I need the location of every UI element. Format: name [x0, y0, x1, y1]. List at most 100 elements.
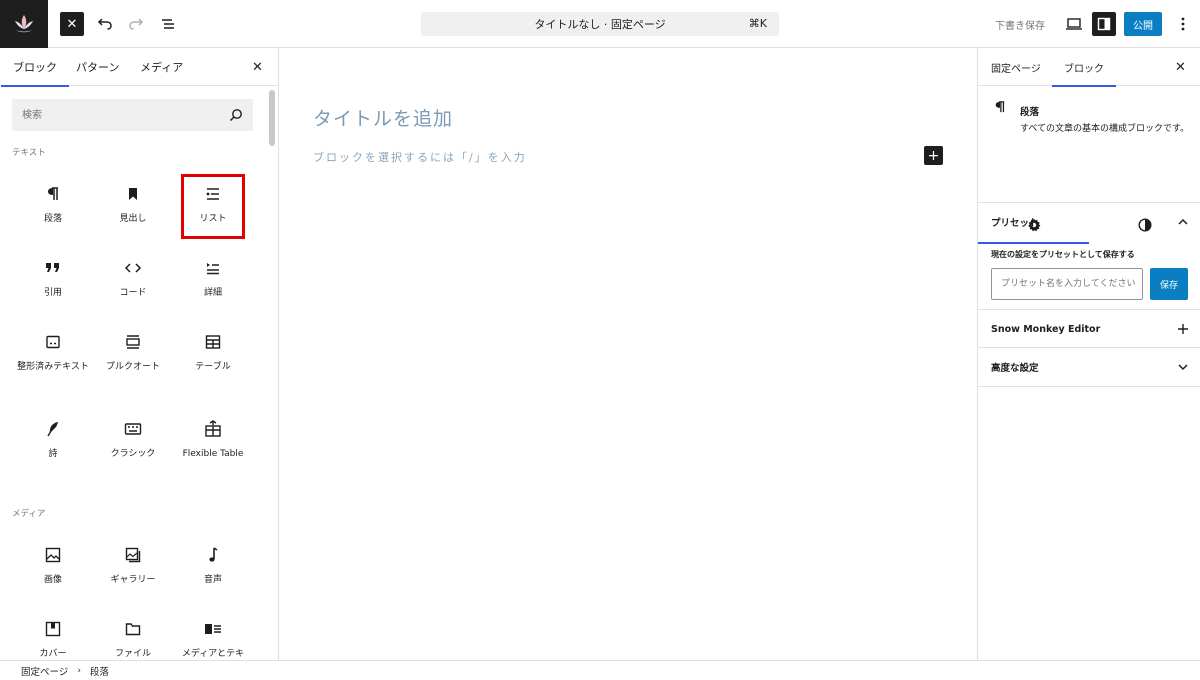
block-label: カバー — [39, 649, 67, 659]
preview-button[interactable] — [1062, 12, 1086, 36]
preformatted-icon — [43, 332, 63, 352]
block-item-media-text[interactable]: メディアとテキ — [173, 609, 253, 660]
site-logo[interactable] — [0, 0, 48, 48]
undo-icon — [97, 18, 112, 30]
undo-button[interactable] — [93, 12, 117, 36]
block-label: 引用 — [43, 288, 62, 298]
options-menu-button[interactable] — [1171, 12, 1195, 36]
redo-button[interactable] — [124, 12, 148, 36]
chevron-right-icon: › — [77, 665, 81, 676]
block-description: すべての文章の基本の構成ブロックです。 — [1020, 124, 1190, 134]
close-inserter-button[interactable]: ✕ — [60, 12, 84, 36]
paragraph-placeholder[interactable]: ブロックを選択するには「/」を入力 — [313, 149, 527, 165]
block-item-heading[interactable]: 見出し — [93, 174, 173, 244]
editor-header: ✕ タイトルなし · 固定ページ ⌘K 下書き保存 公開 — [0, 0, 1200, 48]
category-text: テキスト — [12, 148, 46, 158]
advanced-title: 高度な設定 — [991, 363, 1039, 374]
block-label: 整形済みテキスト — [17, 362, 89, 372]
block-item-flexible-table[interactable]: Flexible Table — [173, 409, 253, 479]
tab-patterns[interactable]: パターン — [76, 48, 119, 86]
add-block-button[interactable]: + — [924, 146, 943, 165]
document-title: タイトルなし · 固定ページ — [534, 18, 666, 31]
pullquote-icon — [123, 332, 143, 352]
publish-button[interactable]: 公開 — [1124, 12, 1162, 36]
tab-media[interactable]: メディア — [140, 48, 183, 86]
search-icon[interactable] — [229, 108, 243, 122]
folder-icon — [123, 619, 143, 639]
close-settings-button[interactable]: ✕ — [1175, 48, 1186, 86]
advanced-panel-header[interactable]: 高度な設定 — [978, 348, 1200, 386]
block-item-cover[interactable]: カバー — [13, 609, 93, 660]
post-title-input[interactable]: タイトルを追加 — [313, 104, 453, 131]
block-item-preformatted[interactable]: 整形済みテキスト — [13, 322, 93, 392]
block-label: 音声 — [203, 575, 222, 585]
chevron-down-icon — [1178, 364, 1188, 371]
breadcrumb-item-block[interactable]: 段落 — [90, 664, 109, 678]
block-label: Flexible Table — [182, 449, 244, 459]
flexible-table-icon — [203, 419, 223, 439]
block-label: メディアとテキ — [181, 649, 245, 659]
classic-icon — [123, 419, 143, 439]
settings-toggle-button[interactable] — [1092, 12, 1116, 36]
save-draft-button[interactable]: 下書き保存 — [990, 17, 1050, 32]
inserter-scrollbar[interactable] — [269, 90, 275, 146]
breadcrumb-item-page[interactable]: 固定ページ — [21, 664, 68, 678]
command-palette-bar[interactable]: タイトルなし · 固定ページ ⌘K — [421, 12, 779, 36]
editor-canvas: タイトルを追加 ブロックを選択するには「/」を入力 + — [280, 48, 977, 660]
breadcrumb: 固定ページ › 段落 — [0, 660, 1200, 680]
block-label: 詩 — [48, 449, 58, 459]
document-overview-button[interactable] — [156, 12, 180, 36]
snow-monkey-panel-header[interactable]: Snow Monkey Editor — [978, 310, 1200, 348]
block-item-classic[interactable]: クラシック — [93, 409, 173, 479]
close-icon: ✕ — [66, 16, 78, 32]
block-label: ファイル — [114, 649, 151, 659]
snow-monkey-panel: Snow Monkey Editor — [978, 309, 1200, 348]
list-view-icon — [162, 19, 174, 29]
chevron-up-icon — [1178, 218, 1188, 225]
tab-page[interactable]: 固定ページ — [991, 48, 1041, 86]
block-item-file[interactable]: ファイル — [93, 609, 173, 660]
block-label: 見出し — [119, 214, 147, 224]
block-item-image[interactable]: 画像 — [13, 535, 93, 605]
block-item-paragraph[interactable]: 段落 — [13, 174, 93, 244]
block-item-details[interactable]: 詳細 — [173, 248, 253, 318]
advanced-panel: 高度な設定 — [978, 347, 1200, 387]
block-label: ギャラリー — [110, 575, 156, 585]
block-search-input[interactable] — [12, 99, 212, 131]
settings-sidebar: 固定ページ ブロック ✕ 段落 すべての文章の基本の構成ブロックです。 プリセッ… — [977, 48, 1200, 660]
tab-block[interactable]: ブロック — [1052, 48, 1116, 87]
close-icon: ✕ — [252, 59, 263, 75]
close-inserter-tab-button[interactable]: ✕ — [252, 48, 263, 86]
block-item-pullquote[interactable]: プルクオート — [93, 322, 173, 392]
block-item-verse[interactable]: 詩 — [13, 409, 93, 479]
block-item-code[interactable]: コード — [93, 248, 173, 318]
close-icon: ✕ — [1175, 59, 1186, 75]
block-label: テーブル — [195, 362, 231, 372]
paragraph-icon — [995, 101, 1005, 113]
verse-icon — [43, 419, 63, 439]
block-item-audio[interactable]: 音声 — [173, 535, 253, 605]
preset-panel: プリセット 現在の設定をプリセットとして保存する 保存 — [978, 202, 1200, 310]
block-item-quote[interactable]: 引用 — [13, 248, 93, 318]
block-item-gallery[interactable]: ギャラリー — [93, 535, 173, 605]
preset-name-input[interactable] — [991, 268, 1143, 300]
block-inserter-panel: ブロック パターン メディア ✕ テキスト 段落 見出し リスト — [0, 48, 279, 660]
block-label: プルクオート — [105, 362, 160, 372]
code-icon — [123, 258, 143, 278]
block-card: 段落 すべての文章の基本の構成ブロックです。 — [978, 86, 1200, 244]
lotus-logo-icon — [15, 15, 33, 33]
preset-save-button[interactable]: 保存 — [1150, 268, 1188, 300]
shortcut-hint: ⌘K — [748, 17, 767, 30]
block-label: 画像 — [43, 575, 62, 585]
preset-panel-header[interactable]: プリセット — [978, 203, 1200, 241]
block-label: クラシック — [110, 449, 156, 459]
sidebar-icon — [1097, 17, 1111, 31]
redo-icon — [129, 18, 144, 30]
details-icon — [203, 258, 223, 278]
image-icon — [43, 545, 63, 565]
block-title: 段落 — [1020, 107, 1040, 118]
block-item-table[interactable]: テーブル — [173, 322, 253, 392]
paragraph-icon — [43, 184, 63, 204]
tab-blocks[interactable]: ブロック — [1, 48, 69, 87]
cover-icon — [43, 619, 63, 639]
